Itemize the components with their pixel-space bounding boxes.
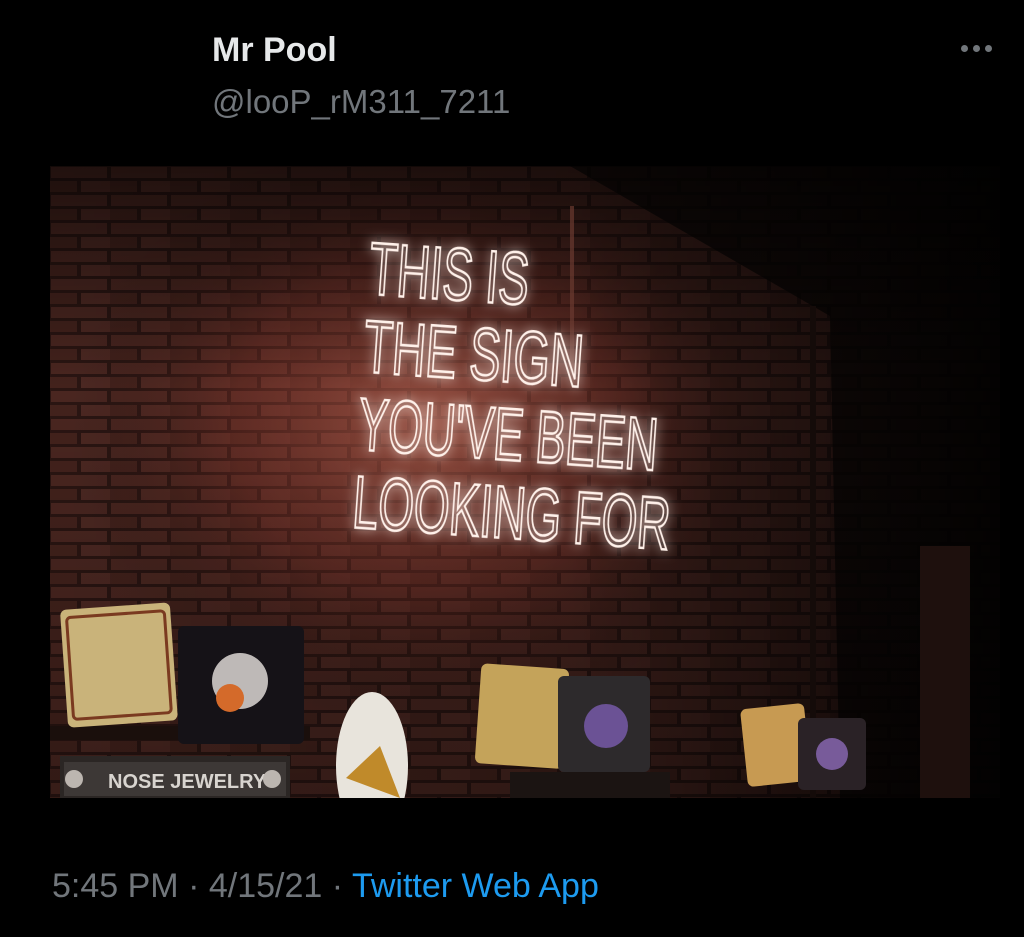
separator: · (331, 867, 344, 905)
separator: · (188, 867, 200, 905)
tweet-date[interactable]: 4/15/21 (209, 867, 322, 905)
tweet-source-link[interactable]: Twitter Web App (352, 867, 599, 905)
neon-sign-photo: THIS IS THE SIGN YOU'VE BEEN LOOKING FOR… (50, 166, 1000, 798)
tweet: Mr Pool @looP_rM311_7211 THIS IS THE SIG… (0, 0, 1024, 937)
author-handle[interactable]: @looP_rM311_7211 (212, 82, 510, 122)
more-horizontal-icon (960, 44, 992, 52)
tweet-photo[interactable]: THIS IS THE SIGN YOU'VE BEEN LOOKING FOR… (50, 166, 1000, 798)
shelf-sign: NOSE JEWELRY (108, 771, 267, 793)
tweet-timestamp-row: 5:45 PM · 4/15/21 · Twitter Web App (52, 864, 599, 908)
author-name[interactable]: Mr Pool (212, 30, 337, 70)
tweet-time[interactable]: 5:45 PM (52, 867, 179, 905)
more-options-button[interactable] (944, 28, 1008, 68)
